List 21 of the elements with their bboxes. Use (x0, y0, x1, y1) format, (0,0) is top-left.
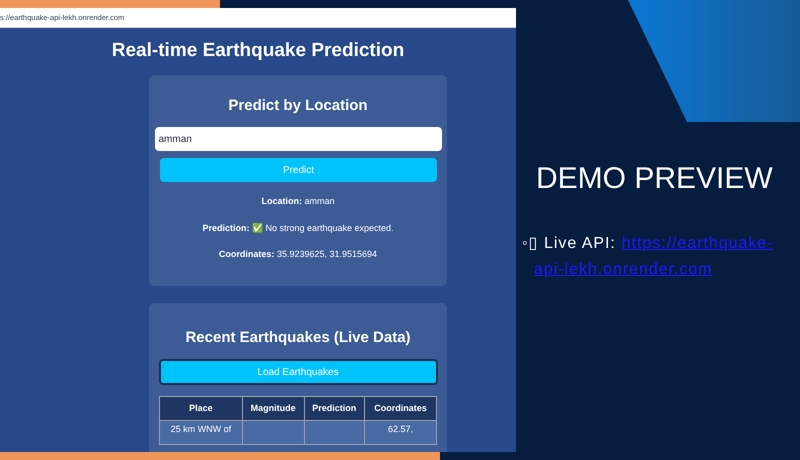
column-header: Coordinates (364, 396, 436, 420)
column-header: Magnitude (242, 396, 304, 420)
card-title: Recent Earthquakes (Live Data) (185, 328, 411, 348)
table-cell (242, 420, 304, 444)
api-link-line[interactable]: api-lekh.onrender.com (534, 257, 712, 283)
result-text: Prediction: ✅ No strong earthquake expected. (202, 222, 394, 235)
slide-heading: DEMO PREVIEW (535, 161, 774, 197)
predict-button[interactable]: Predict (160, 158, 437, 182)
load-earthquakes-button[interactable]: Load Earthquakes (158, 359, 438, 385)
column-header: Prediction (304, 396, 365, 420)
location-input[interactable]: amman (154, 127, 442, 151)
page-title: Real-time Earthquake Prediction (112, 39, 404, 63)
table-cell (304, 420, 365, 444)
table-cell: 25 km WNW of (160, 420, 242, 444)
table-cell: 62.57, (364, 420, 436, 444)
card-title: Predict by Location (228, 96, 368, 116)
api-link-line[interactable]: https://earthquake- (622, 231, 774, 257)
bullet-label: ◦▯ Live API: (522, 234, 616, 254)
result-text: Location: amman (261, 195, 335, 208)
column-header: Place (160, 396, 242, 420)
result-text: Coordinates: 35.9239625, 31.9515694 (218, 248, 378, 261)
